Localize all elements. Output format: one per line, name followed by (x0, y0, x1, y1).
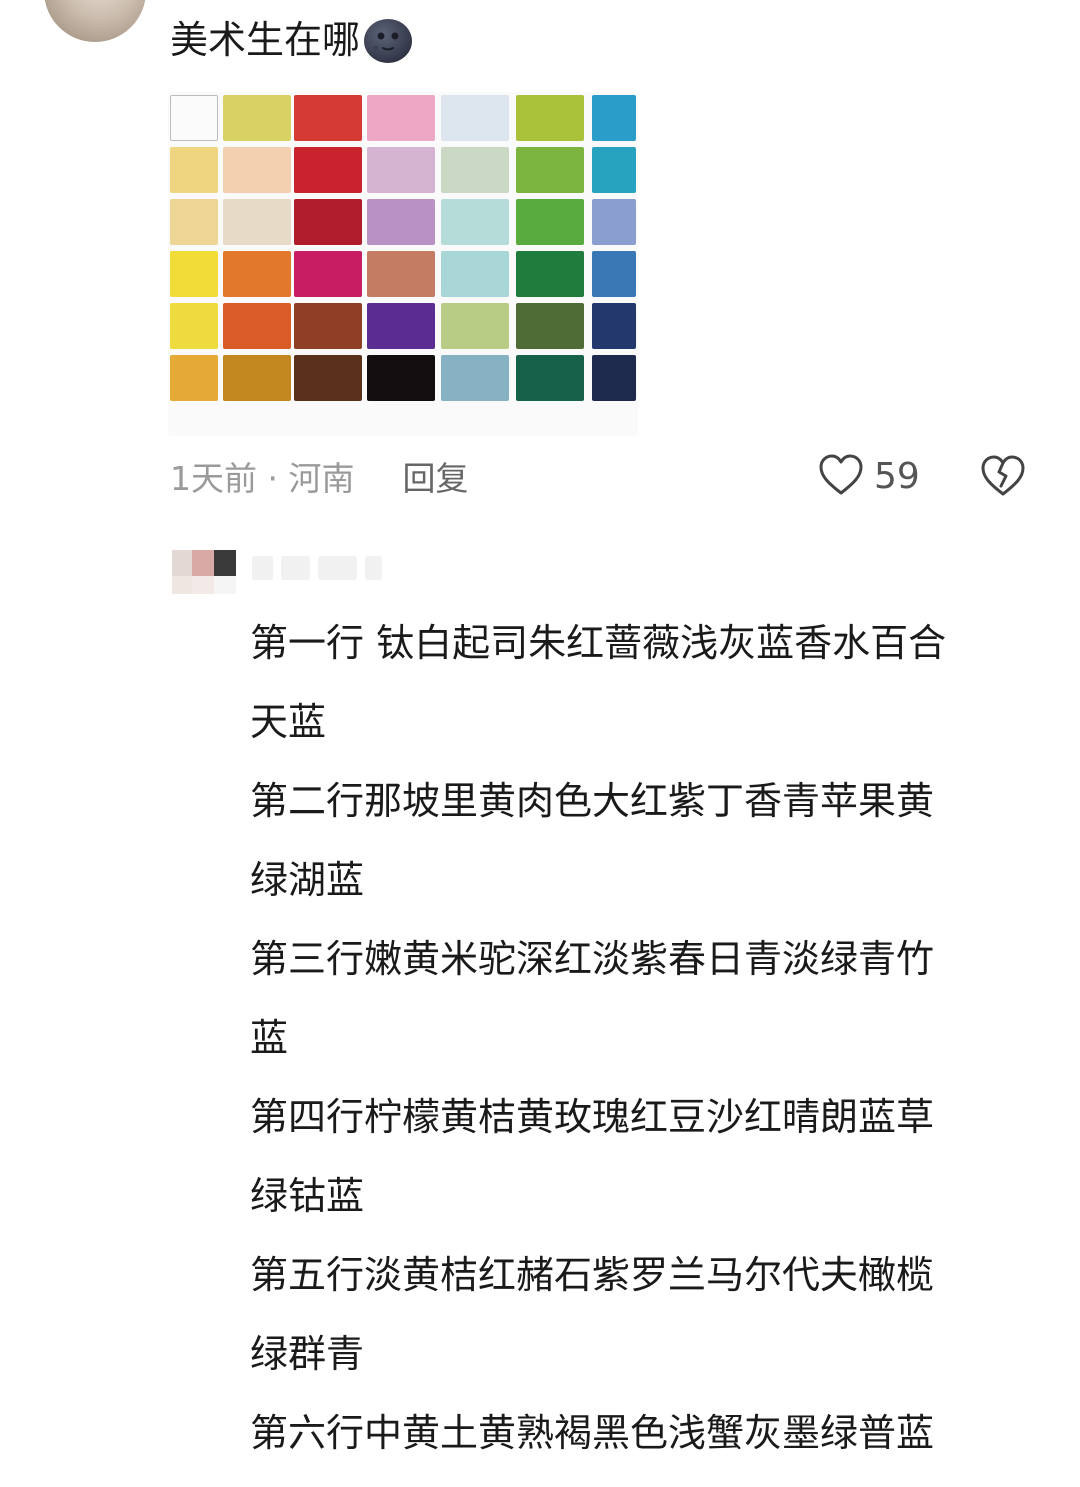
color-swatch (367, 251, 435, 297)
color-swatch (441, 251, 509, 297)
new-moon-face-emoji-icon (362, 15, 414, 65)
reply-line: 第三行嫩黄米驼深红淡紫春日青淡绿青竹 (250, 937, 935, 981)
like-count: 59 (874, 456, 920, 497)
color-swatch (516, 251, 584, 297)
comment-meta: 1天前 · 河南 回复 (170, 456, 468, 502)
dislike-button[interactable] (980, 454, 1026, 502)
color-swatch (367, 147, 435, 193)
color-swatch (592, 95, 636, 141)
color-swatch (294, 95, 362, 141)
color-swatch (367, 199, 435, 245)
color-swatch (294, 251, 362, 297)
reply-line: 天蓝 (250, 700, 327, 744)
commenter-avatar[interactable] (44, 0, 146, 42)
color-swatch (170, 303, 218, 349)
reply-button[interactable]: 回复 (402, 456, 468, 502)
color-swatch (441, 95, 509, 141)
color-swatch (170, 147, 218, 193)
color-swatch (223, 303, 291, 349)
color-palette-image[interactable] (168, 92, 638, 436)
reply-line: 第六行中黄土黄熟褐黑色浅蟹灰墨绿普蓝 (250, 1411, 935, 1455)
comment-time-location: 1天前 · 河南 (170, 459, 355, 498)
comment-text: 美术生在哪 (170, 18, 361, 62)
color-swatch (367, 355, 435, 401)
color-swatch (441, 303, 509, 349)
color-swatch (223, 95, 291, 141)
reply-body: 第一行 钛白起司朱红蔷薇浅灰蓝香水百合 天蓝 第二行那坡里黄肉色大红紫丁香青苹果… (250, 604, 1030, 1473)
broken-heart-icon (980, 455, 1026, 502)
reply-line: 蓝 (250, 1016, 289, 1060)
color-swatch (441, 147, 509, 193)
color-swatch (170, 95, 218, 141)
color-swatch (294, 303, 362, 349)
comment-body: 美术生在哪 (170, 12, 414, 68)
color-swatch (170, 199, 218, 245)
color-swatch (592, 251, 636, 297)
reply-line: 绿钴蓝 (250, 1174, 365, 1218)
color-swatch (592, 303, 636, 349)
like-button[interactable]: 59 (818, 452, 920, 502)
color-swatch (223, 355, 291, 401)
reply-line: 第二行那坡里黄肉色大红紫丁香青苹果黄 (250, 779, 935, 823)
color-swatch (516, 199, 584, 245)
color-swatch (170, 355, 218, 401)
color-swatch (592, 355, 636, 401)
color-swatch (367, 303, 435, 349)
color-swatch (592, 147, 636, 193)
color-swatch (516, 355, 584, 401)
heart-outline-icon (818, 453, 864, 501)
color-swatch (223, 199, 291, 245)
reply-line: 绿群青 (250, 1332, 365, 1376)
color-swatch (170, 251, 218, 297)
color-swatch (294, 355, 362, 401)
reply-avatar[interactable] (168, 544, 244, 604)
color-swatch (441, 355, 509, 401)
color-swatch (294, 199, 362, 245)
color-swatch (441, 199, 509, 245)
color-swatch (516, 147, 584, 193)
color-swatch (516, 95, 584, 141)
reply-username-blurred[interactable] (252, 556, 382, 580)
reply-line: 第四行柠檬黄桔黄玫瑰红豆沙红晴朗蓝草 (250, 1095, 935, 1139)
color-swatch (367, 95, 435, 141)
color-swatch (516, 303, 584, 349)
color-swatch (223, 147, 291, 193)
color-swatch (592, 199, 636, 245)
color-swatch (294, 147, 362, 193)
reply-line: 绿湖蓝 (250, 858, 365, 902)
reply-line: 第五行淡黄桔红赭石紫罗兰马尔代夫橄榄 (250, 1253, 935, 1297)
color-swatch (223, 251, 291, 297)
reply-line: 第一行 钛白起司朱红蔷薇浅灰蓝香水百合 (250, 621, 947, 665)
